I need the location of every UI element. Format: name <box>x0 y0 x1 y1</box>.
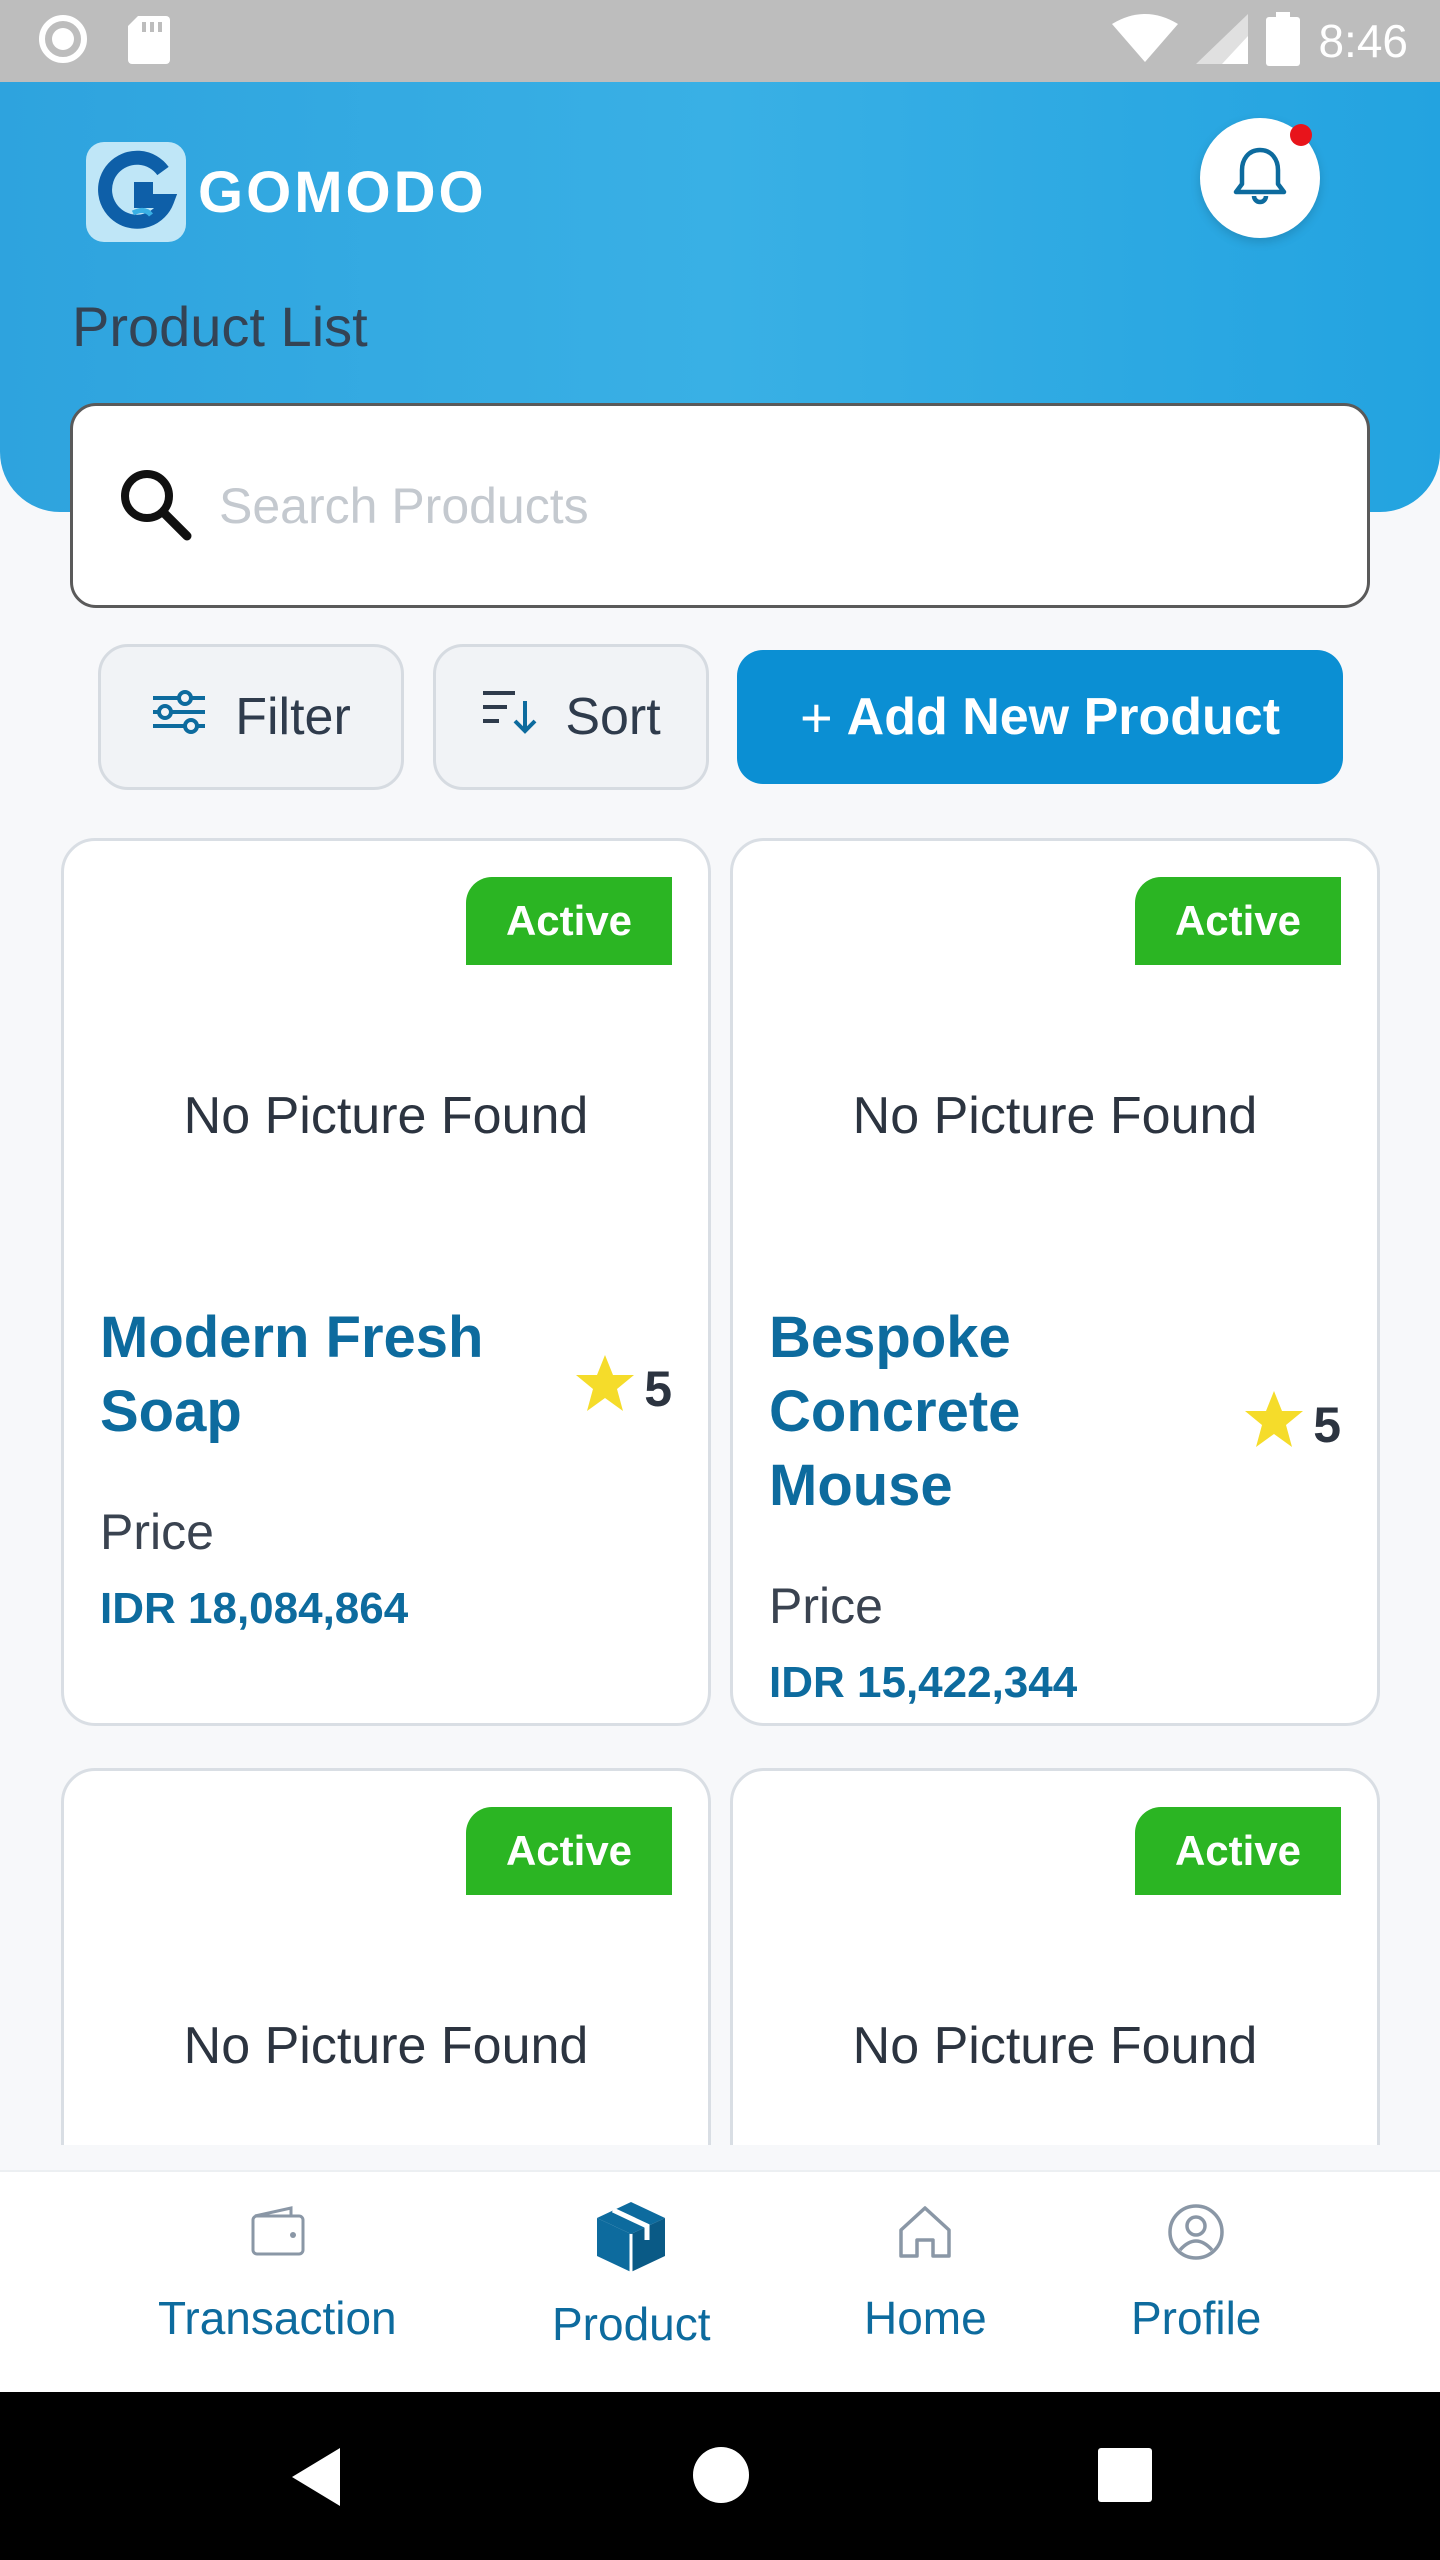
signal-icon <box>1196 14 1249 68</box>
search-input[interactable] <box>219 476 1319 535</box>
nav-label: Product <box>552 2298 711 2350</box>
star-icon <box>1243 1389 1305 1461</box>
price-value: IDR 18,084,864 <box>100 1584 409 1633</box>
product-card[interactable]: Active No Picture Found <box>61 1768 711 2145</box>
plus-icon: + <box>799 685 833 749</box>
notification-button[interactable] <box>1200 118 1320 238</box>
status-badge: Active <box>1135 1807 1341 1895</box>
product-name: Bespoke Concrete Mouse <box>769 1305 1021 1518</box>
status-time: 8:46 <box>1318 15 1408 67</box>
rating-value: 5 <box>1313 1397 1341 1453</box>
status-bar: 8:46 <box>0 0 1440 82</box>
home-icon <box>895 2202 955 2273</box>
search-box[interactable] <box>70 403 1370 608</box>
nav-label: Transaction <box>158 2292 397 2344</box>
sort-label: Sort <box>565 688 661 746</box>
nav-item-profile[interactable]: Profile <box>1131 2202 1261 2345</box>
nav-label: Home <box>864 2292 987 2344</box>
product-rating: 5 <box>1243 1389 1341 1461</box>
wallet-icon <box>247 2202 307 2273</box>
price-label: Price <box>100 1504 214 1560</box>
search-icon <box>113 462 197 550</box>
battery-icon <box>1266 12 1301 70</box>
no-picture-text: No Picture Found <box>183 1087 589 1145</box>
box-icon <box>595 2200 667 2285</box>
nav-item-home[interactable]: Home <box>864 2202 987 2345</box>
status-badge: Active <box>466 1807 672 1895</box>
rating-value: 5 <box>644 1361 672 1417</box>
sd-card-icon <box>128 14 170 68</box>
notification-dot <box>1290 124 1312 146</box>
status-badge: Active <box>466 877 672 965</box>
price-value: IDR 15,422,344 <box>769 1658 1078 1707</box>
logo-mark-icon <box>86 142 186 242</box>
nav-item-transaction[interactable]: Transaction <box>158 2202 397 2345</box>
profile-icon <box>1166 2202 1226 2273</box>
price-label: Price <box>769 1578 883 1634</box>
bell-icon <box>1228 144 1292 212</box>
system-nav-bar <box>0 2392 1440 2560</box>
product-grid: Active No Picture Found Modern Fresh Soa… <box>0 820 1440 2145</box>
sliders-icon <box>151 687 207 747</box>
record-icon <box>38 14 88 68</box>
wifi-icon <box>1112 14 1179 68</box>
product-card[interactable]: Active No Picture Found Bespoke Concrete… <box>730 838 1380 1726</box>
back-icon[interactable] <box>288 2446 344 2512</box>
home-circle-icon[interactable] <box>692 2446 750 2508</box>
nav-item-product[interactable]: Product <box>552 2200 711 2351</box>
filter-label: Filter <box>235 688 351 746</box>
product-rating: 5 <box>574 1353 672 1425</box>
product-card[interactable]: Active No Picture Found Modern Fresh Soa… <box>61 838 711 1726</box>
page-title: Product List <box>72 295 368 358</box>
status-badge: Active <box>1135 877 1341 965</box>
star-icon <box>574 1353 636 1425</box>
bottom-nav: Transaction Product Home Profile <box>0 2170 1440 2392</box>
logo-text: GOMODO <box>198 159 487 225</box>
product-card[interactable]: Active No Picture Found <box>730 1768 1380 2145</box>
no-picture-text: No Picture Found <box>183 2017 589 2075</box>
sort-button[interactable]: Sort <box>433 644 709 790</box>
app-logo: GOMODO <box>86 142 487 242</box>
add-new-product-button[interactable]: + Add New Product <box>737 650 1343 784</box>
no-picture-text: No Picture Found <box>852 2017 1258 2075</box>
filter-button[interactable]: Filter <box>98 644 404 790</box>
sort-icon <box>481 687 537 748</box>
no-picture-text: No Picture Found <box>852 1087 1258 1145</box>
product-name: Modern Fresh Soap <box>100 1305 484 1444</box>
add-new-product-label: Add New Product <box>846 688 1281 746</box>
recents-icon[interactable] <box>1098 2448 1152 2506</box>
nav-label: Profile <box>1131 2292 1262 2344</box>
